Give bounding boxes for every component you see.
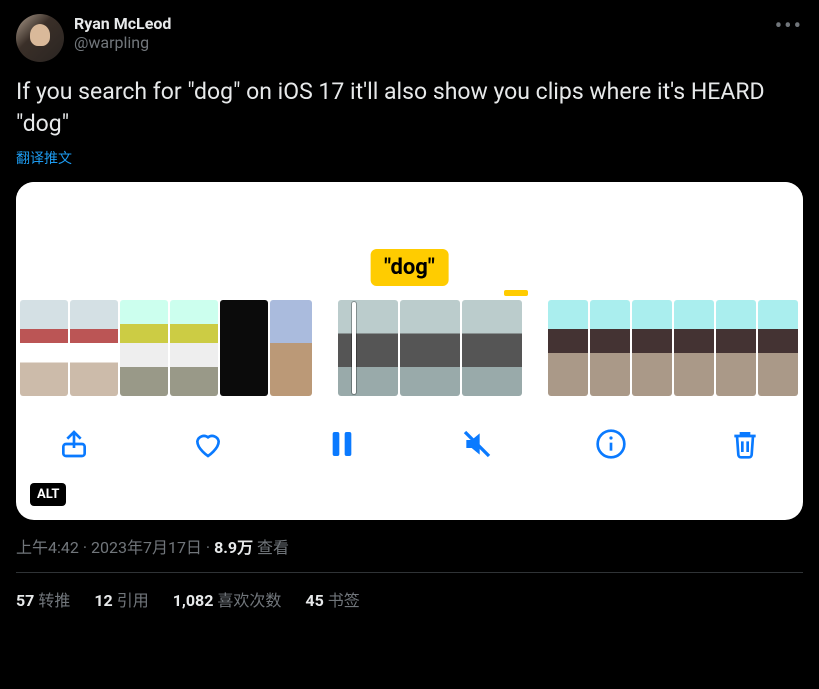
bookmarks-stat[interactable]: 45书签 xyxy=(305,587,359,611)
video-frame xyxy=(270,300,312,396)
trash-icon[interactable] xyxy=(729,428,761,460)
info-icon[interactable] xyxy=(595,428,627,460)
video-frame xyxy=(758,300,798,396)
video-frame xyxy=(632,300,672,396)
author-display-name[interactable]: Ryan McLeod xyxy=(74,14,761,33)
retweets-stat[interactable]: 57转推 xyxy=(16,587,70,611)
tweet-date[interactable]: 2023年7月17日 xyxy=(91,538,202,557)
translate-link[interactable]: 翻译推文 xyxy=(16,148,72,168)
clip-group[interactable] xyxy=(548,300,798,396)
video-frame xyxy=(716,300,756,396)
quotes-stat[interactable]: 12引用 xyxy=(94,587,148,611)
video-frame xyxy=(338,300,398,396)
author-block: Ryan McLeod @warpling xyxy=(74,14,761,52)
tweet-text: If you search for "dog" on iOS 17 it'll … xyxy=(16,76,803,140)
video-frame xyxy=(120,300,168,396)
tweet-time[interactable]: 上午4:42 xyxy=(16,538,79,557)
search-term-chip: "dog" xyxy=(370,249,449,286)
video-frame xyxy=(674,300,714,396)
media-toolbar xyxy=(16,396,803,492)
tweet-meta: 上午4:42 · 2023年7月17日 · 8.9万 查看 xyxy=(16,534,803,558)
tweet-stats: 57转推 12引用 1,082喜欢次数 45书签 xyxy=(16,587,803,611)
share-icon[interactable] xyxy=(58,428,90,460)
avatar[interactable] xyxy=(16,14,64,62)
media-top-area: "dog" xyxy=(16,182,803,300)
clip-group[interactable] xyxy=(338,300,522,396)
media-card[interactable]: "dog" xyxy=(16,182,803,520)
speaker-muted-icon[interactable] xyxy=(461,428,493,460)
views-count: 8.9万 xyxy=(214,538,253,557)
author-handle[interactable]: @warpling xyxy=(74,33,761,52)
video-frame xyxy=(548,300,588,396)
video-frame xyxy=(590,300,630,396)
video-frame xyxy=(170,300,218,396)
video-frame xyxy=(220,300,268,396)
timeline-marker xyxy=(504,290,528,296)
pause-icon[interactable] xyxy=(326,428,358,460)
likes-stat[interactable]: 1,082喜欢次数 xyxy=(173,587,282,611)
heart-icon[interactable] xyxy=(192,428,224,460)
video-frame xyxy=(70,300,118,396)
clip-group[interactable] xyxy=(20,300,312,396)
tweet-header: Ryan McLeod @warpling ••• xyxy=(16,14,803,62)
views-label: 查看 xyxy=(257,538,289,557)
playhead[interactable] xyxy=(352,302,356,394)
video-frame xyxy=(462,300,522,396)
video-frame xyxy=(20,300,68,396)
video-timeline[interactable] xyxy=(16,300,803,396)
divider xyxy=(16,572,803,573)
video-frame xyxy=(400,300,460,396)
alt-badge[interactable]: ALT xyxy=(30,483,66,506)
more-menu-icon[interactable]: ••• xyxy=(771,14,803,34)
